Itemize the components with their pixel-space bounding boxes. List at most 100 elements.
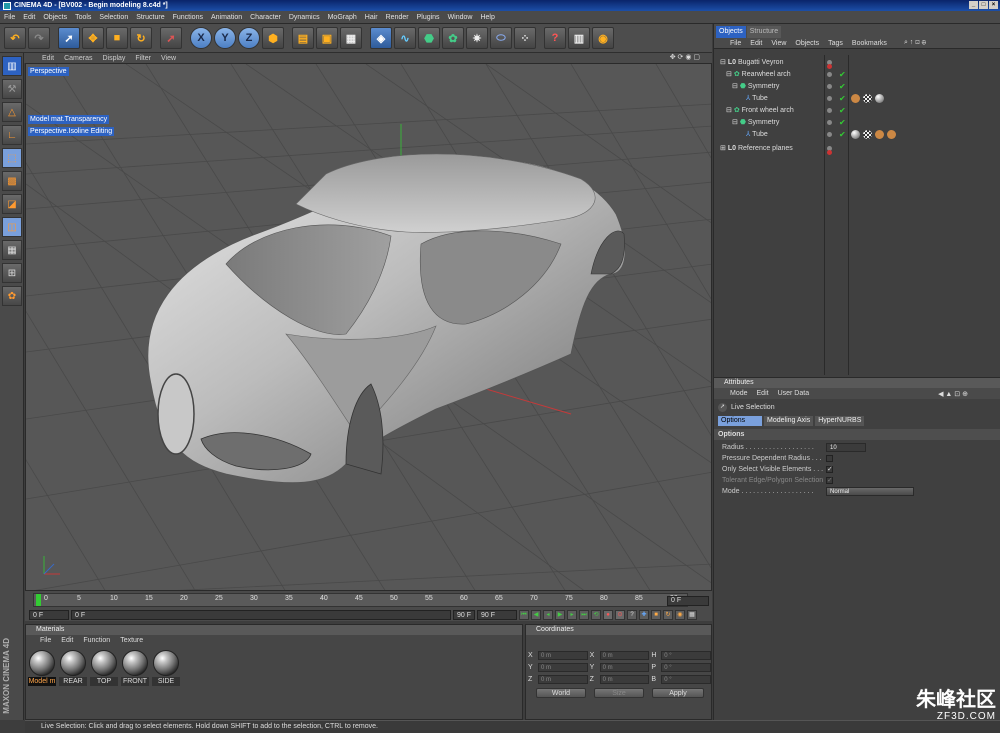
snap-icon[interactable]: ⊞ (2, 263, 22, 283)
texture-mode-icon[interactable]: ⚒ (2, 79, 22, 99)
objects-menu-bookmarks[interactable]: Bookmarks (852, 40, 887, 47)
points-mode-icon[interactable]: △ (2, 102, 22, 122)
tab-hypernurbs[interactable]: HyperNURBS (815, 416, 865, 426)
play-icon[interactable]: ▶ (555, 610, 565, 620)
texture-tag-icon[interactable] (851, 94, 860, 103)
goto-end-icon[interactable]: ⏭ (579, 610, 589, 620)
prev-key-icon[interactable]: ◀ (531, 610, 541, 620)
range-slider[interactable]: 0 F (71, 610, 451, 620)
rot-h-field[interactable]: 0 ° (661, 650, 712, 660)
loop-icon[interactable]: ⟲ (591, 610, 601, 620)
menu-functions[interactable]: Functions (173, 14, 203, 21)
object-mode-icon[interactable]: ▩ (2, 171, 22, 191)
menu-selection[interactable]: Selection (99, 14, 128, 21)
tab-structure[interactable]: Structure (746, 26, 782, 38)
edit-mode-icon[interactable]: ▥ (2, 56, 22, 76)
prev-frame-icon[interactable]: ◂ (543, 610, 553, 620)
viewport-menu-view[interactable]: View (161, 55, 176, 62)
menu-hair[interactable]: Hair (365, 14, 378, 21)
object-axis-icon[interactable]: ∟ (2, 125, 22, 145)
end-frame-field[interactable]: 90 F (477, 610, 517, 620)
web-icon[interactable]: ◉ (592, 27, 614, 49)
sculpt-icon[interactable]: ✿ (2, 286, 22, 306)
scale-key-icon[interactable]: ■ (651, 610, 661, 620)
material-rear[interactable]: REAR (59, 650, 87, 686)
tree-row[interactable]: ⅄ Tube ✔ (714, 129, 1000, 141)
model-mode-icon[interactable]: ⬚ (2, 148, 22, 168)
size-y-field[interactable]: 0 m (599, 662, 650, 672)
material-model[interactable]: Model m (28, 650, 56, 686)
viewport-menu-cameras[interactable]: Cameras (64, 55, 92, 62)
material-tag-icon[interactable] (851, 130, 860, 139)
materials-menu-texture[interactable]: Texture (120, 637, 143, 644)
menu-window[interactable]: Window (448, 14, 473, 21)
attributes-menu-userdata[interactable]: User Data (778, 390, 810, 397)
close-button[interactable]: × (989, 1, 998, 9)
maximize-button[interactable]: □ (979, 1, 988, 9)
y-axis-lock-icon[interactable]: Y (214, 27, 236, 49)
checker-tag-icon[interactable] (863, 130, 872, 139)
pressure-radius-checkbox[interactable] (826, 455, 833, 462)
menu-mograph[interactable]: MoGraph (328, 14, 357, 21)
material-side[interactable]: SIDE (152, 650, 180, 686)
start-frame-field[interactable]: 0 F (29, 610, 69, 620)
tree-row[interactable]: ⊟ ✿ Rearwheel arch ✔ (714, 69, 1000, 81)
key-record-icon[interactable]: ● (603, 610, 613, 620)
tree-row[interactable]: ⊞ L0 Reference planes (714, 143, 1000, 155)
render-picture-viewer-icon[interactable]: ▣ (316, 27, 338, 49)
param-key-icon[interactable]: ◉ (675, 610, 685, 620)
menu-dynamics[interactable]: Dynamics (289, 14, 320, 21)
undo-icon[interactable]: ↶ (4, 27, 26, 49)
tree-row[interactable]: ⅄ Tube ✔ (714, 93, 1000, 105)
menu-render[interactable]: Render (386, 14, 409, 21)
array-icon[interactable]: ✿ (442, 27, 464, 49)
menu-structure[interactable]: Structure (136, 14, 164, 21)
viewport-menu-edit[interactable]: Edit (42, 55, 54, 62)
keyframe-selection-icon[interactable]: ? (627, 610, 637, 620)
autokey-icon[interactable]: ⊙ (615, 610, 625, 620)
materials-menu-edit[interactable]: Edit (61, 637, 73, 644)
rotation-key-icon[interactable]: ↻ (663, 610, 673, 620)
tree-row[interactable]: ⊟ L0 Bugatti Veyron (714, 57, 1000, 69)
menu-plugins[interactable]: Plugins (417, 14, 440, 21)
size-z-field[interactable]: 0 m (599, 674, 650, 684)
pos-y-field[interactable]: 0 m (537, 662, 588, 672)
material-top[interactable]: TOP (90, 650, 118, 686)
cube-primitive-icon[interactable]: ◈ (370, 27, 392, 49)
material-tag-icon[interactable] (875, 94, 884, 103)
next-frame-icon[interactable]: ▸ (567, 610, 577, 620)
objects-menu-tags[interactable]: Tags (828, 40, 843, 47)
z-axis-lock-icon[interactable]: Z (238, 27, 260, 49)
menu-objects[interactable]: Objects (43, 14, 67, 21)
checker-tag-icon[interactable] (863, 94, 872, 103)
pla-key-icon[interactable]: ▦ (687, 610, 697, 620)
tolerant-selection-checkbox[interactable]: ✓ (826, 477, 833, 484)
attributes-menu-edit[interactable]: Edit (757, 390, 769, 397)
tree-row[interactable]: ⊟ ⬣ Symmetry ✔ (714, 81, 1000, 93)
x-axis-lock-icon[interactable]: X (190, 27, 212, 49)
coord-mode-select[interactable]: World (536, 688, 586, 698)
viewport-menu-filter[interactable]: Filter (135, 55, 151, 62)
last-tool-icon[interactable]: ➚ (160, 27, 182, 49)
goto-start-icon[interactable]: ⏮ (519, 610, 529, 620)
menu-file[interactable]: File (4, 14, 15, 21)
rotate-icon[interactable]: ↻ (130, 27, 152, 49)
range-end-field[interactable]: 90 F (453, 610, 475, 620)
texture-tag-icon[interactable] (887, 130, 896, 139)
attributes-menu-mode[interactable]: Mode (730, 390, 748, 397)
help-pointer-icon[interactable]: ? (544, 27, 566, 49)
rot-p-field[interactable]: 0 ° (661, 662, 712, 672)
materials-menu-file[interactable]: File (40, 637, 51, 644)
objects-menu-file[interactable]: File (730, 40, 741, 47)
polygon-mode-icon[interactable]: ◫ (2, 217, 22, 237)
position-key-icon[interactable]: ✚ (639, 610, 649, 620)
menu-character[interactable]: Character (250, 14, 281, 21)
material-front[interactable]: FRONT (121, 650, 149, 686)
coordinate-system-icon[interactable]: ⬢ (262, 27, 284, 49)
3d-viewport[interactable]: Perspective Model mat.Transparency Persp… (25, 63, 712, 591)
tab-options[interactable]: Options (718, 416, 762, 426)
deformer-icon[interactable]: ✷ (466, 27, 488, 49)
mode-select[interactable]: Normal (826, 487, 914, 496)
menu-tools[interactable]: Tools (75, 14, 91, 21)
apply-button[interactable]: Apply (652, 688, 704, 698)
